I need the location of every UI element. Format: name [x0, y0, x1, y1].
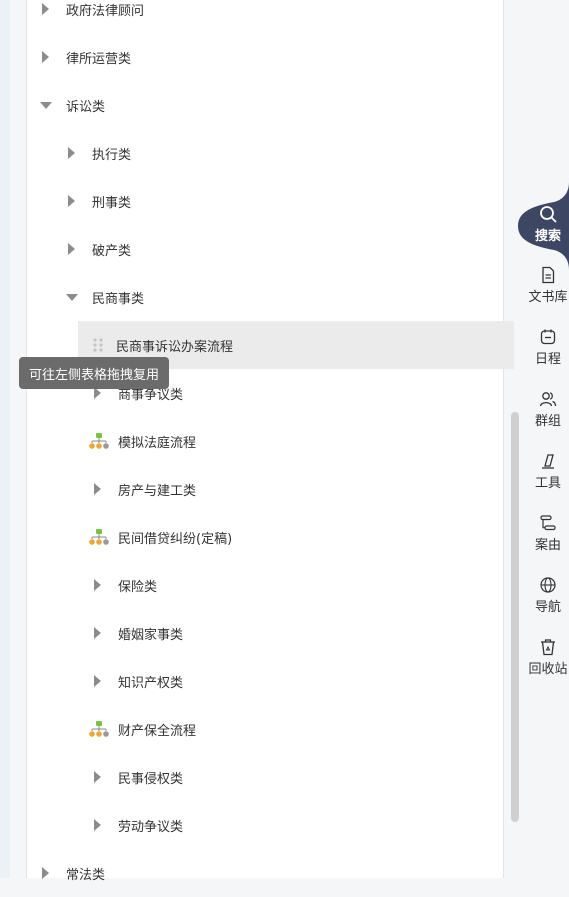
caret-down-icon[interactable]: [66, 293, 90, 301]
trash-icon: [541, 639, 555, 656]
cause-label: 案由: [534, 538, 561, 553]
tree-item-label: 知识产权类: [118, 675, 184, 691]
tree-item-label: 常法类: [66, 867, 106, 883]
caret-right-icon[interactable]: [40, 3, 64, 15]
tree-item[interactable]: 民商事类: [66, 273, 502, 321]
nav-label: 导航: [534, 600, 561, 615]
flowchart-icon: [88, 721, 116, 737]
tree-item[interactable]: 破产类: [66, 225, 502, 273]
left-edge-strip: [0, 0, 10, 878]
caret-right-icon[interactable]: [92, 483, 116, 495]
caret-down-icon[interactable]: [40, 101, 64, 109]
nav-button[interactable]: 导航: [520, 576, 569, 615]
flowchart-icon: [88, 433, 116, 449]
tooltip-text: 可往左侧表格拖拽复用: [29, 367, 160, 383]
tree-item[interactable]: 政府法律顾问: [40, 0, 502, 33]
tree-item-label: 诉讼类: [66, 99, 106, 115]
tools-button[interactable]: 工具: [520, 452, 569, 491]
caret-right-icon[interactable]: [92, 627, 116, 639]
tree-item[interactable]: 婚姻家事类: [92, 609, 502, 657]
tree-item-label: 刑事类: [92, 195, 132, 211]
tree-item-label: 政府法律顾问: [66, 3, 145, 19]
globe-icon: [540, 577, 556, 593]
tree-item[interactable]: 律所运营类: [40, 33, 502, 81]
tree-item-label: 模拟法庭流程: [118, 435, 197, 451]
tree-item-label: 民商事诉讼办案流程: [116, 339, 234, 355]
calendar-icon: [540, 329, 556, 345]
tree-item-label: 律所运营类: [66, 51, 132, 67]
cause-button[interactable]: 案由: [520, 514, 569, 553]
tree-item-label: 民事侵权类: [118, 771, 184, 787]
library-button[interactable]: 文书库: [520, 266, 569, 305]
library-label: 文书库: [528, 290, 568, 305]
drag-tooltip: 可往左侧表格拖拽复用: [19, 357, 170, 389]
recycle-button[interactable]: 回收站: [520, 638, 569, 677]
caret-right-icon[interactable]: [92, 675, 116, 687]
search-button[interactable]: 搜索: [518, 205, 569, 244]
tree-item-label: 财产保全流程: [118, 723, 197, 739]
tree-item[interactable]: 刑事类: [66, 177, 502, 225]
tree-item[interactable]: 劳动争议类: [92, 801, 502, 849]
tree-item[interactable]: 常法类: [40, 849, 502, 897]
caret-right-icon[interactable]: [66, 147, 90, 159]
tools-label: 工具: [534, 476, 561, 491]
tree-item[interactable]: 财产保全流程: [89, 705, 502, 753]
caret-right-icon[interactable]: [66, 195, 90, 207]
tree-item[interactable]: 诉讼类: [40, 81, 502, 129]
tool-icon: [542, 454, 554, 469]
tree-item-label: 民商事类: [92, 291, 145, 307]
tree-item-label: 房产与建工类: [118, 483, 197, 499]
groups-label: 群组: [534, 414, 561, 429]
tree-item-label: 婚姻家事类: [118, 627, 184, 643]
tree-item[interactable]: 民事侵权类: [92, 753, 502, 801]
caret-right-icon[interactable]: [92, 819, 116, 831]
schedule-label: 日程: [534, 352, 561, 367]
tree-item-label: 民间借贷纠纷(定稿): [118, 531, 233, 547]
groups-button[interactable]: 群组: [520, 390, 569, 429]
caret-right-icon[interactable]: [66, 243, 90, 255]
tree-item[interactable]: 民间借贷纠纷(定稿): [89, 513, 502, 561]
flowchart-icon: [88, 529, 116, 545]
caret-right-icon[interactable]: [40, 867, 64, 879]
users-icon: [539, 392, 557, 407]
search-label: 搜索: [534, 229, 561, 244]
tree-item[interactable]: 房产与建工类: [92, 465, 502, 513]
tree-item[interactable]: 执行类: [66, 129, 502, 177]
tree-item-label: 保险类: [118, 579, 158, 595]
tree-item[interactable]: 知识产权类: [92, 657, 502, 705]
schedule-button[interactable]: 日程: [520, 328, 569, 367]
tree-item[interactable]: 模拟法庭流程: [89, 417, 502, 465]
tree-item-label: 破产类: [92, 243, 132, 259]
document-icon: [542, 266, 555, 284]
tree-item-label: 劳动争议类: [118, 819, 184, 835]
tree-item[interactable]: 保险类: [92, 561, 502, 609]
search-icon: [540, 206, 557, 223]
caret-right-icon[interactable]: [92, 771, 116, 783]
caret-right-icon[interactable]: [92, 579, 116, 591]
hierarchy-icon: [540, 515, 556, 531]
recycle-label: 回收站: [528, 662, 568, 677]
scrollbar-thumb[interactable]: [511, 412, 519, 822]
tree-item-label: 执行类: [92, 147, 132, 163]
caret-right-icon[interactable]: [40, 51, 64, 63]
drag-handle-icon[interactable]: [92, 337, 114, 353]
